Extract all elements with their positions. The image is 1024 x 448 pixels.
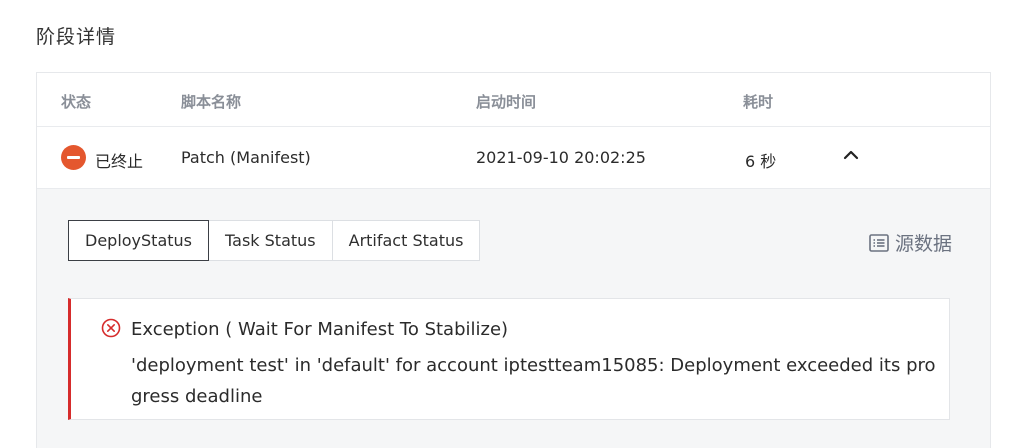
section-title: 阶段详情 (36, 26, 117, 48)
chevron-up-icon[interactable] (840, 144, 862, 166)
header-script-name: 脚本名称 (181, 93, 242, 111)
raw-data-link[interactable]: 源数据 (869, 229, 952, 256)
list-icon (869, 233, 889, 252)
stop-circle-icon (61, 145, 86, 170)
table-row[interactable]: 已终止 Patch (Manifest) 2021-09-10 20:02:25… (37, 127, 990, 189)
header-start-time: 启动时间 (476, 93, 537, 111)
start-time: 2021-09-10 20:02:25 (476, 148, 646, 167)
duration: 6 秒 (745, 152, 777, 171)
header-duration: 耗时 (743, 93, 774, 111)
status-label: 已终止 (95, 152, 144, 171)
raw-data-label: 源数据 (895, 233, 953, 255)
script-name: Patch (Manifest) (181, 148, 311, 167)
error-alert: Exception ( Wait For Manifest To Stabili… (68, 298, 950, 420)
error-title: Exception ( Wait For Manifest To Stabili… (131, 319, 509, 340)
error-circle-icon (101, 318, 121, 342)
tab-deploy-status[interactable]: DeployStatus (68, 220, 210, 261)
tab-artifact-status[interactable]: Artifact Status (331, 220, 481, 261)
stage-details-panel: 状态 脚本名称 启动时间 耗时 已终止 Patch (Manifest) 202… (36, 72, 991, 448)
error-message: 'deployment test' in 'default' for accou… (131, 355, 936, 407)
header-status: 状态 (61, 93, 92, 111)
tab-task-status[interactable]: Task Status (208, 220, 333, 261)
table-header: 状态 脚本名称 启动时间 耗时 (37, 73, 990, 127)
row-detail: DeployStatus Task Status Artifact Status… (37, 189, 990, 448)
detail-tabs: DeployStatus Task Status Artifact Status (68, 220, 481, 262)
